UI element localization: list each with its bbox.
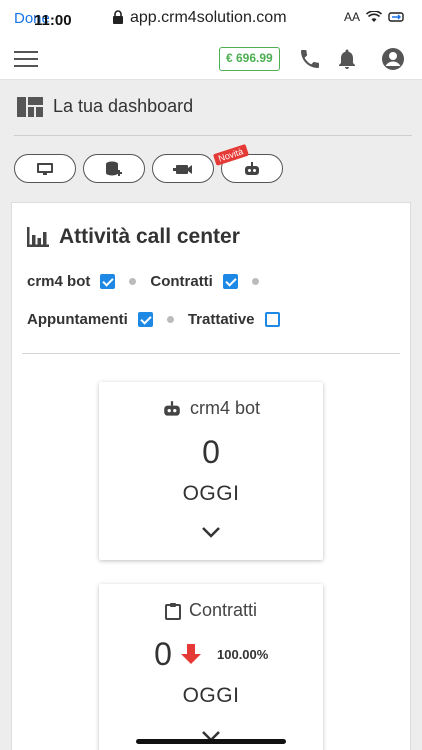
database-add-icon xyxy=(106,161,122,176)
database-tab-button[interactable] xyxy=(83,154,145,183)
credit-badge[interactable]: € 696.99 xyxy=(219,47,280,71)
home-indicator xyxy=(136,739,286,744)
robot-icon xyxy=(245,161,259,175)
status-icons: AA xyxy=(344,10,404,24)
stat-card-contratti: Contratti 0 100.00% OGGI xyxy=(99,584,323,750)
separator-dot xyxy=(129,278,137,285)
stat-header: crm4 bot xyxy=(99,398,323,419)
robot-icon xyxy=(164,400,180,416)
stat-period: OGGI xyxy=(182,482,240,505)
trend-indicator: 100.00% xyxy=(179,642,268,666)
monitor-icon xyxy=(37,162,53,175)
text-size-icon[interactable]: AA xyxy=(344,10,360,24)
stat-title: crm4 bot xyxy=(189,398,261,418)
stat-card-crm4-bot: crm4 bot 0 OGGI xyxy=(99,382,323,560)
dashboard-header: La tua dashboard xyxy=(17,96,193,117)
video-camera-icon xyxy=(173,164,192,174)
filter-row-2: Appuntamenti Trattative xyxy=(27,311,280,328)
separator-dot xyxy=(251,278,259,285)
filter-checkbox-crm4-bot[interactable] xyxy=(100,274,116,289)
stat-period: OGGI xyxy=(182,684,240,707)
chevron-down-icon[interactable] xyxy=(201,526,221,538)
filter-checkbox-contratti[interactable] xyxy=(222,274,238,289)
trend-percentage: 100.00% xyxy=(217,646,269,662)
divider xyxy=(14,135,412,136)
status-time: 11:00 xyxy=(34,12,72,29)
divider xyxy=(22,353,400,354)
dashboard-icon xyxy=(17,96,43,117)
stat-header: Contratti xyxy=(99,600,323,621)
camera-tab-button[interactable] xyxy=(152,154,214,183)
call-center-card: Attività call center crm4 bot Contratti … xyxy=(11,202,411,750)
stat-title: Contratti xyxy=(188,600,258,620)
phone-icon[interactable] xyxy=(297,47,323,71)
wifi-icon xyxy=(366,11,382,22)
filter-row-1: crm4 bot Contratti xyxy=(27,273,273,290)
filter-label: Contratti xyxy=(150,273,213,290)
menu-icon[interactable] xyxy=(14,51,38,67)
filter-label: crm4 bot xyxy=(27,273,91,290)
account-icon[interactable] xyxy=(380,47,406,71)
stat-value: 0 xyxy=(202,434,220,470)
page-title: La tua dashboard xyxy=(53,96,194,116)
lock-icon xyxy=(113,10,123,24)
filter-checkbox-trattative[interactable] xyxy=(264,312,280,327)
filter-checkbox-appuntamenti[interactable] xyxy=(137,312,153,327)
reload-icon[interactable] xyxy=(388,10,404,24)
status-bar: Done 11:00 app.crm4solution.com AA xyxy=(0,0,422,38)
separator-dot xyxy=(166,316,174,323)
filter-label: Appuntamenti xyxy=(27,311,128,328)
bell-icon[interactable] xyxy=(334,47,360,71)
clipboard-icon xyxy=(164,602,181,620)
app-header: € 696.99 xyxy=(0,38,422,80)
bar-chart-icon xyxy=(27,227,49,247)
filter-label: Trattative xyxy=(187,311,255,328)
url-field[interactable]: app.crm4solution.com xyxy=(130,9,287,27)
card-title: Attività call center xyxy=(59,225,240,248)
arrow-down-icon xyxy=(181,644,201,664)
monitor-tab-button[interactable] xyxy=(14,154,76,183)
card-header: Attività call center xyxy=(27,225,240,249)
main-content: La tua dashboard Novità Attività call ce… xyxy=(0,80,422,750)
